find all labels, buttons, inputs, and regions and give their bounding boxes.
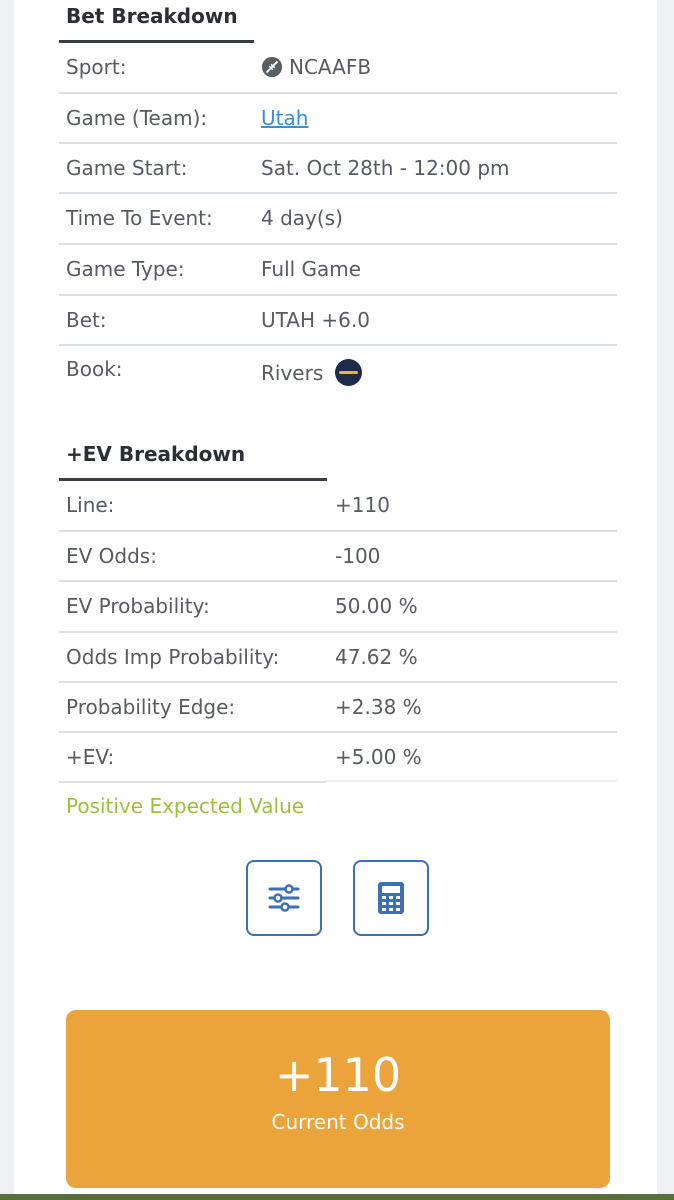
ev-odds-label: EV Odds: [66, 544, 157, 568]
settings-button[interactable] [246, 860, 322, 936]
book-value: Rivers [261, 359, 363, 386]
row-time-to-event: Time To Event: 4 day(s) [59, 193, 617, 243]
divider [327, 780, 617, 782]
divider [59, 781, 327, 783]
ev-breakdown-title: +EV Breakdown [66, 442, 246, 466]
bet-value: UTAH +6.0 [261, 308, 370, 332]
bottom-strip [0, 1194, 674, 1200]
row-team: Game (Team): Utah [59, 93, 617, 143]
current-odds-label: Current Odds [271, 1110, 405, 1134]
bet-label: Bet: [66, 308, 107, 332]
game-type-label: Game Type: [66, 257, 185, 281]
ev-probability-label: EV Probability: [66, 594, 210, 618]
sliders-icon [268, 884, 300, 912]
row-game-type: Game Type: Full Game [59, 244, 617, 294]
row-ev-odds: EV Odds: -100 [59, 531, 617, 581]
current-odds-card[interactable]: +110 Current Odds [66, 1010, 610, 1188]
sport-text: NCAAFB [289, 55, 372, 79]
game-start-label: Game Start: [66, 156, 188, 180]
row-bet: Bet: UTAH +6.0 [59, 295, 617, 345]
rivers-logo-icon [335, 359, 363, 386]
row-game-start: Game Start: Sat. Oct 28th - 12:00 pm [59, 143, 617, 193]
positive-ev-verdict: Positive Expected Value [66, 794, 305, 818]
row-sport: Sport: NCAAFB [59, 42, 617, 92]
ev-probability-value: 50.00 % [335, 594, 418, 618]
row-odds-imp-probability: Odds Imp Probability: 47.62 % [59, 632, 617, 682]
game-type-value: Full Game [261, 257, 362, 281]
odds-imp-probability-value: 47.62 % [335, 645, 418, 669]
book-label: Book: [66, 357, 123, 381]
row-ev-probability: EV Probability: 50.00 % [59, 581, 617, 631]
ev-label: +EV: [66, 745, 115, 769]
game-start-value: Sat. Oct 28th - 12:00 pm [261, 156, 510, 180]
book-text: Rivers [261, 360, 324, 385]
time-to-event-label: Time To Event: [66, 206, 213, 230]
sport-label: Sport: [66, 55, 127, 79]
team-link[interactable]: Utah [261, 106, 308, 130]
current-odds-value: +110 [274, 1048, 402, 1102]
calculator-icon [378, 882, 404, 914]
row-book: Book: Rivers [59, 345, 617, 395]
team-label: Game (Team): [66, 106, 208, 130]
row-line: Line: +110 [59, 480, 617, 530]
row-ev: +EV: +5.00 % [59, 732, 617, 782]
line-value: +110 [335, 493, 390, 517]
calculator-button[interactable] [353, 860, 429, 936]
probability-edge-label: Probability Edge: [66, 695, 236, 719]
ev-odds-value: -100 [335, 544, 381, 568]
football-icon [261, 56, 283, 78]
row-probability-edge: Probability Edge: +2.38 % [59, 682, 617, 732]
odds-imp-probability-label: Odds Imp Probability: [66, 645, 280, 669]
time-to-event-value: 4 day(s) [261, 206, 343, 230]
sport-value: NCAAFB [261, 55, 371, 79]
probability-edge-value: +2.38 % [335, 695, 422, 719]
line-label: Line: [66, 493, 115, 517]
bet-breakdown-title: Bet Breakdown [66, 4, 238, 28]
ev-value: +5.00 % [335, 745, 422, 769]
